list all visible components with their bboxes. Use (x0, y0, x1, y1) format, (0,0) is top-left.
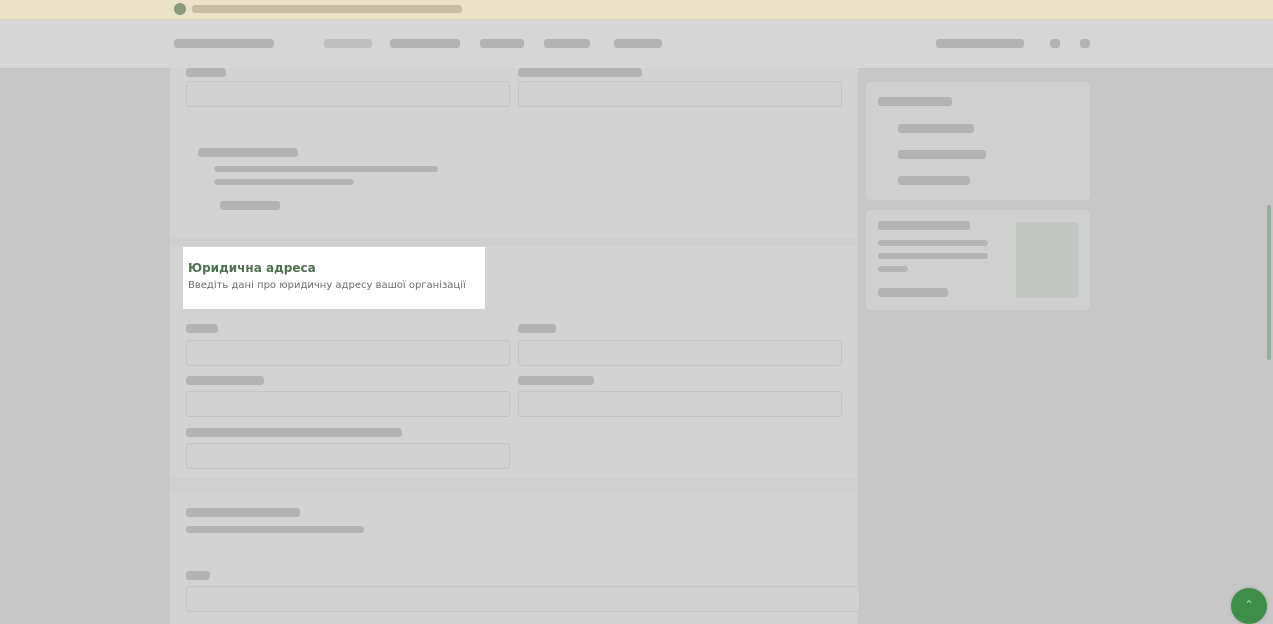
nav-item-blurred (544, 39, 590, 48)
form-section-blurred (170, 68, 858, 238)
next-section-blurred (170, 492, 860, 624)
input-blurred (518, 391, 842, 417)
input-blurred (186, 443, 510, 469)
input-blurred (186, 391, 510, 417)
nav-item-blurred (614, 39, 662, 48)
chevron-up-icon: ⌃ (1243, 598, 1255, 612)
heading-blurred (186, 508, 300, 517)
text-blurred (186, 526, 364, 533)
text-blurred (214, 179, 354, 185)
section-subtitle: Введіть дані про юридичну адресу вашої о… (188, 280, 466, 291)
account-menu-blurred (936, 39, 1024, 48)
info-icon (174, 3, 186, 15)
heading-blurred (878, 221, 970, 230)
select-blurred (518, 81, 842, 107)
label-blurred (186, 376, 264, 385)
text-blurred (878, 240, 988, 246)
select-blurred (186, 340, 510, 366)
legal-address-section: Юридична адреса Введіть дані про юридичн… (183, 247, 485, 309)
label-blurred (518, 376, 594, 385)
steps-card-blurred (866, 82, 1090, 200)
icon-blurred (1080, 39, 1090, 48)
text-blurred (198, 148, 298, 157)
help-card-blurred (866, 210, 1090, 310)
step-blurred (878, 97, 952, 106)
input-blurred (186, 586, 860, 612)
form-page (170, 68, 860, 624)
text-blurred (214, 166, 438, 172)
step-blurred (898, 124, 974, 133)
nav-item-blurred (324, 39, 372, 48)
info-banner (0, 0, 1273, 20)
top-navigation (0, 20, 1273, 69)
button-blurred (878, 288, 948, 297)
step-blurred (898, 176, 970, 185)
text-blurred (878, 253, 988, 259)
nav-item-blurred (480, 39, 524, 48)
step-blurred (898, 150, 986, 159)
illustration-blurred (1016, 222, 1078, 298)
banner-text-blurred (192, 5, 462, 13)
nav-item-blurred (390, 39, 460, 48)
scroll-to-top-button[interactable]: ⌃ (1231, 588, 1267, 624)
checkbox-blurred (220, 201, 280, 210)
icon-blurred (1050, 39, 1060, 48)
text-blurred (878, 266, 908, 272)
label-blurred (186, 571, 210, 580)
label-blurred (186, 428, 402, 437)
scrollbar[interactable] (1267, 205, 1271, 360)
select-blurred (518, 340, 842, 366)
label-blurred (186, 324, 218, 333)
label-blurred (518, 68, 642, 77)
label-blurred (186, 68, 226, 77)
label-blurred (518, 324, 556, 333)
logo-blurred (174, 39, 274, 48)
input-blurred (186, 81, 510, 107)
section-title: Юридична адреса (188, 261, 316, 275)
